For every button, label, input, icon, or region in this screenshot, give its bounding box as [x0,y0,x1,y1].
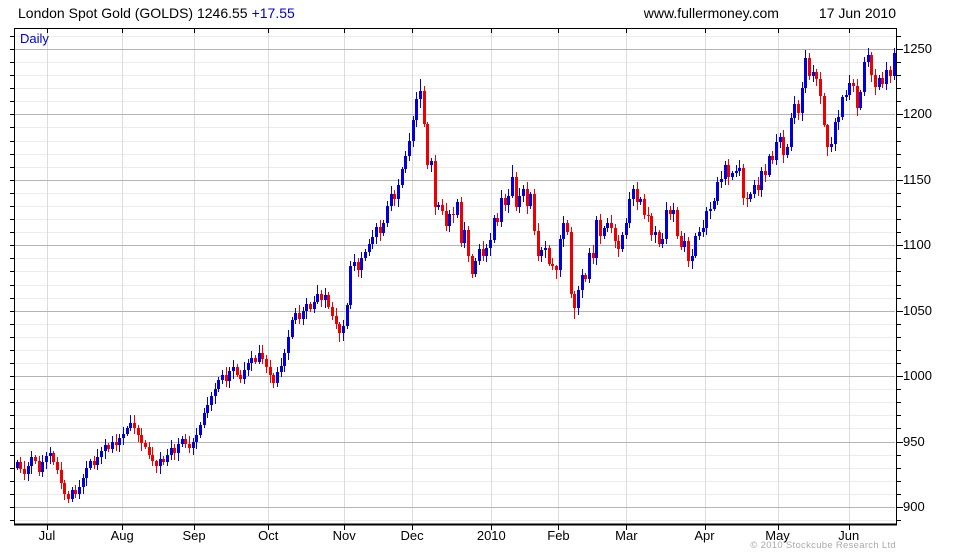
x-axis-label: Dec [400,528,424,543]
chart-area: Daily 900 950 1000 1050 1100 1150 1200 1250 Jul… [0,0,980,560]
y-axis-label: 1000 [903,368,932,384]
y-axis-label: 900 [903,498,925,514]
y-axis-label: 950 [903,433,925,449]
x-axis-label: 2010 [476,528,506,543]
x-axis-label: Aug [110,528,134,543]
x-axis-label: Oct [258,528,279,543]
x-axis-label: Apr [694,528,715,543]
x-axis-label: Mar [615,528,638,543]
x-axis-label: Feb [547,528,570,543]
chart-page: London Spot Gold (GOLDS) 1246.55 +17.55 w… [0,0,980,560]
copyright-notice: © 2010 Stockcube Research Ltd [750,540,896,551]
y-axis-label: 1200 [903,106,932,122]
frequency-label: Daily [20,31,49,46]
y-axis-label: 1100 [903,237,931,253]
price-chart-canvas [10,28,903,530]
y-axis-label: 1150 [903,171,931,187]
x-axis-label: Sep [182,528,206,543]
x-axis-label: Nov [332,528,356,543]
y-axis-label: 1050 [903,302,932,318]
x-axis-label: Jul [38,528,56,543]
y-axis-label: 1250 [903,40,932,56]
